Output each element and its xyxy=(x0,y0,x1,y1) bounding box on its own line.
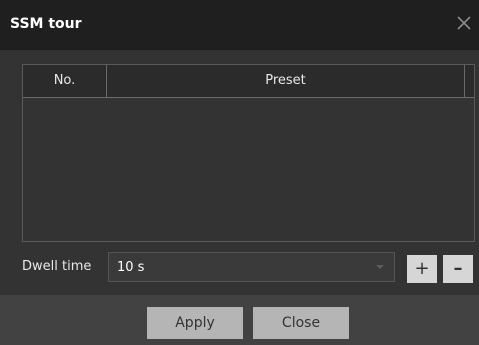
apply-button[interactable]: Apply xyxy=(147,307,243,339)
dialog-footer: Apply Close xyxy=(0,295,479,345)
column-header-preset[interactable]: Preset xyxy=(107,65,465,97)
preset-table: No. Preset xyxy=(22,64,475,242)
add-preset-button[interactable]: + xyxy=(407,255,437,283)
close-button[interactable]: Close xyxy=(253,307,349,339)
dialog-body: No. Preset Dwell time 10 s + – xyxy=(0,50,479,295)
dwell-time-select[interactable]: 10 s xyxy=(108,252,395,282)
table-header: No. Preset xyxy=(23,65,474,98)
close-icon[interactable] xyxy=(453,12,475,34)
dwell-time-label: Dwell time xyxy=(22,259,92,274)
title-bar: SSM tour xyxy=(0,0,479,50)
column-header-no[interactable]: No. xyxy=(23,65,107,97)
remove-preset-button[interactable]: – xyxy=(443,255,473,283)
dialog-title: SSM tour xyxy=(10,16,82,32)
dwell-time-value: 10 s xyxy=(117,260,145,275)
chevron-down-icon xyxy=(376,265,384,269)
ssm-tour-dialog: SSM tour No. Preset Dwell time 10 s + – … xyxy=(0,0,479,345)
